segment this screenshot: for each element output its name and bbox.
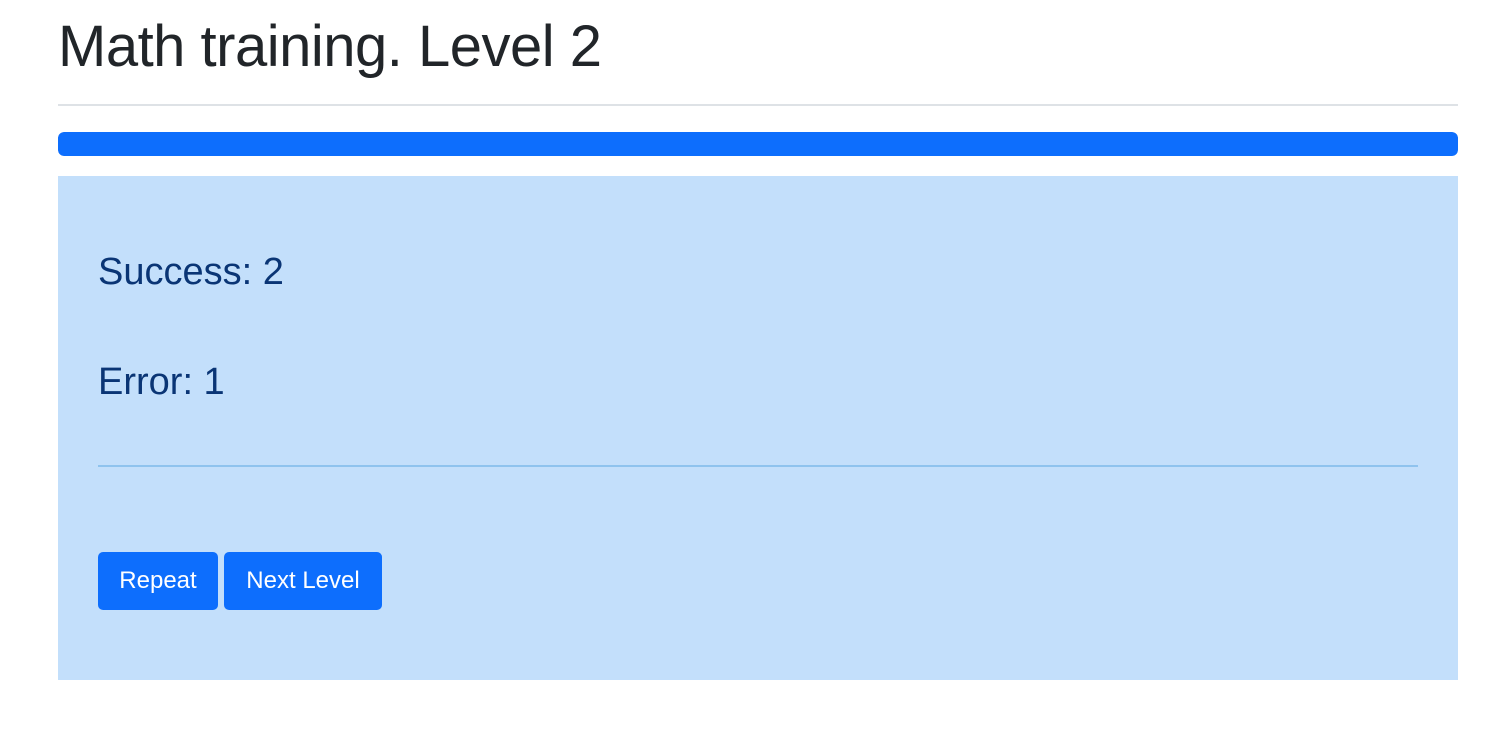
main-container: Math training. Level 2 Success: 2 Error:… bbox=[58, 0, 1458, 680]
progress-bar bbox=[58, 132, 1458, 156]
error-count: Error: 1 bbox=[98, 361, 225, 403]
success-count: Success: 2 bbox=[98, 251, 284, 293]
repeat-button[interactable]: Repeat bbox=[98, 552, 218, 610]
next-level-button[interactable]: Next Level bbox=[224, 552, 382, 610]
progress-track bbox=[58, 132, 1458, 156]
panel-divider bbox=[98, 465, 1418, 467]
result-panel: Success: 2 Error: 1 Repeat Next Level bbox=[58, 176, 1458, 680]
title-divider bbox=[58, 104, 1458, 106]
page-title: Math training. Level 2 bbox=[58, 14, 602, 79]
